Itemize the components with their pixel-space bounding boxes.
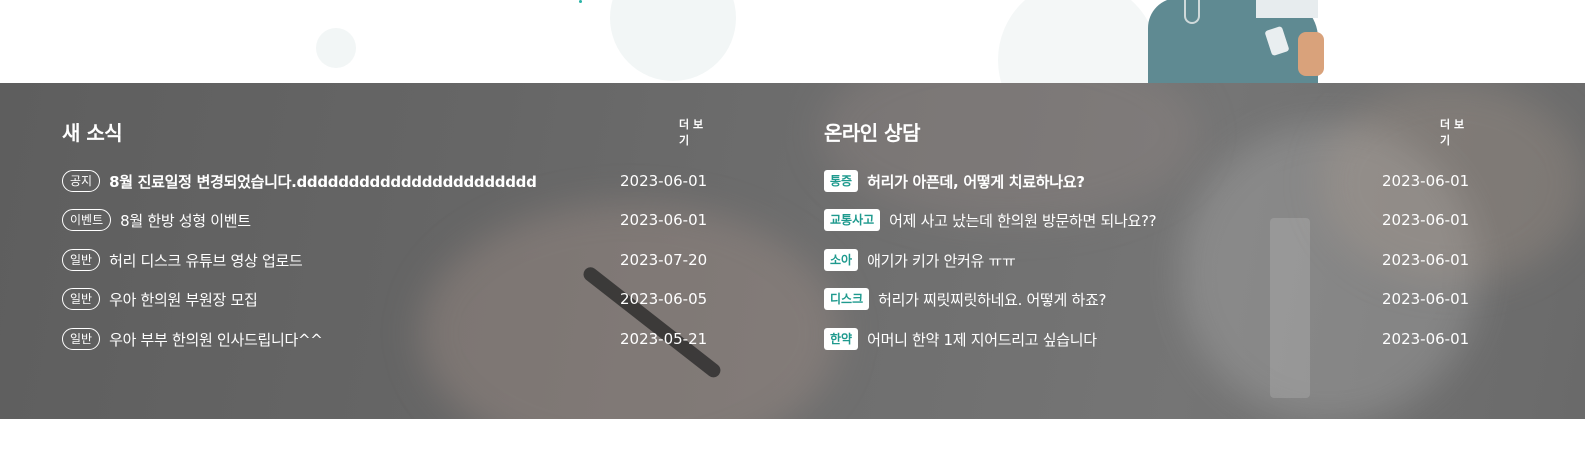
consult-more-link[interactable]: 더 보기 (1440, 116, 1474, 148)
news-item[interactable]: 이벤트 8월 한방 성형 이벤트 2023-06-01 (62, 208, 712, 232)
decorative-dot (579, 0, 582, 3)
consult-item-date: 2023-06-01 (1382, 330, 1470, 348)
news-more-link[interactable]: 더 보기 (679, 116, 712, 148)
decorative-circle-medium (610, 0, 736, 81)
news-item-title[interactable]: 8월 한방 성형 이벤트 (120, 210, 251, 231)
news-item-date: 2023-06-05 (620, 290, 708, 308)
news-item-date: 2023-06-01 (620, 172, 708, 190)
news-item-date: 2023-05-21 (620, 330, 708, 348)
consult-item-title[interactable]: 애기가 키가 안커유 ㅠㅠ (867, 250, 1015, 271)
news-item[interactable]: 공지 8월 진료일정 변경되었습니다.ddddddddddddddddddddd… (62, 169, 712, 193)
consult-item-title[interactable]: 허리가 찌릿찌릿하네요. 어떻게 하죠? (878, 289, 1106, 310)
consult-item-date: 2023-06-01 (1382, 251, 1470, 269)
news-item-title[interactable]: 우아 한의원 부원장 모집 (109, 289, 257, 310)
news-title: 새 소식 (62, 121, 123, 145)
consult-category-tag: 디스크 (824, 288, 870, 310)
consult-category-tag: 교통사고 (824, 209, 881, 231)
consult-category-tag: 소아 (824, 249, 859, 271)
consult-item-title[interactable]: 어제 사고 났는데 한의원 방문하면 되나요?? (889, 210, 1156, 231)
background-photo-blur (820, 83, 1200, 223)
consult-title: 온라인 상담 (824, 121, 920, 145)
consult-category-tag: 한약 (824, 328, 859, 350)
consult-item-title[interactable]: 허리가 아픈데, 어떻게 치료하나요? (867, 171, 1085, 192)
news-item-date: 2023-07-20 (620, 251, 708, 269)
consult-item[interactable]: 디스크 허리가 찌릿찌릿하네요. 어떻게 하죠? 2023-06-01 (824, 287, 1474, 311)
consult-item-date: 2023-06-01 (1382, 290, 1470, 308)
news-item-title[interactable]: 8월 진료일정 변경되었습니다.ddddddddddddddddddddddd (109, 171, 536, 192)
consult-item-title[interactable]: 어머니 한약 1제 지어드리고 싶습니다 (867, 329, 1097, 350)
consult-item[interactable]: 통증 허리가 아픈데, 어떻게 치료하나요? 2023-06-01 (824, 169, 1474, 193)
news-category-badge: 일반 (62, 288, 101, 310)
consult-item[interactable]: 한약 어머니 한약 1제 지어드리고 싶습니다 2023-06-01 (824, 327, 1474, 351)
board-section: 새 소식 더 보기 공지 8월 진료일정 변경되었습니다.ddddddddddd… (0, 83, 1585, 419)
news-item-date: 2023-06-01 (620, 211, 708, 229)
news-category-badge: 일반 (62, 328, 101, 350)
decorative-circle-large (998, 0, 1158, 83)
decorative-circle-small (316, 28, 356, 68)
news-item[interactable]: 일반 허리 디스크 유튜브 영상 업로드 2023-07-20 (62, 248, 712, 272)
doctor-photo (1148, 0, 1328, 83)
consult-item[interactable]: 교통사고 어제 사고 났는데 한의원 방문하면 되나요?? 2023-06-01 (824, 208, 1474, 232)
news-item[interactable]: 일반 우아 한의원 부원장 모집 2023-06-05 (62, 287, 712, 311)
news-category-badge: 공지 (62, 170, 101, 192)
news-item-title[interactable]: 우아 부부 한의원 인사드립니다^^ (109, 329, 322, 350)
news-category-badge: 일반 (62, 249, 101, 271)
consult-item-date: 2023-06-01 (1382, 211, 1470, 229)
news-item[interactable]: 일반 우아 부부 한의원 인사드립니다^^ 2023-05-21 (62, 327, 712, 351)
consult-item-date: 2023-06-01 (1382, 172, 1470, 190)
news-category-badge: 이벤트 (62, 209, 112, 231)
news-item-title[interactable]: 허리 디스크 유튜브 영상 업로드 (109, 250, 302, 271)
consult-item[interactable]: 소아 애기가 키가 안커유 ㅠㅠ 2023-06-01 (824, 248, 1474, 272)
hero-section (0, 0, 1585, 83)
consult-category-tag: 통증 (824, 170, 859, 192)
